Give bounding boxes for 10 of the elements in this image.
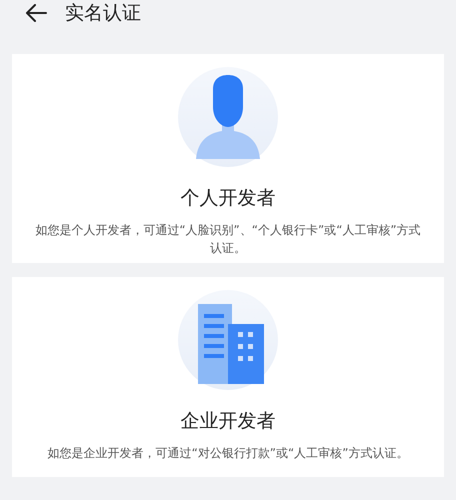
card-title: 企业开发者 [180,409,276,434]
developer-type-card[interactable]: 企业开发者 如您是企业开发者，可通过“对公银行打款”或“人工审核”方式认证。 [12,277,444,477]
person-silhouette-icon [178,67,278,167]
back-arrow-icon[interactable] [25,4,47,22]
page-title: 实名认证 [65,1,141,26]
developer-type-card[interactable]: 个人开发者 如您是个人开发者，可通过“人脸识别”、“个人银行卡”或“人工审核”方式认证。 [12,54,444,263]
card-description: 如您是个人开发者，可通过“人脸识别”、“个人银行卡”或“人工审核”方式认证。 [34,222,422,257]
card-description: 如您是企业开发者，可通过“对公银行打款”或“人工审核”方式认证。 [48,445,408,462]
card-title: 个人开发者 [180,186,276,211]
buildings-icon [178,290,278,390]
